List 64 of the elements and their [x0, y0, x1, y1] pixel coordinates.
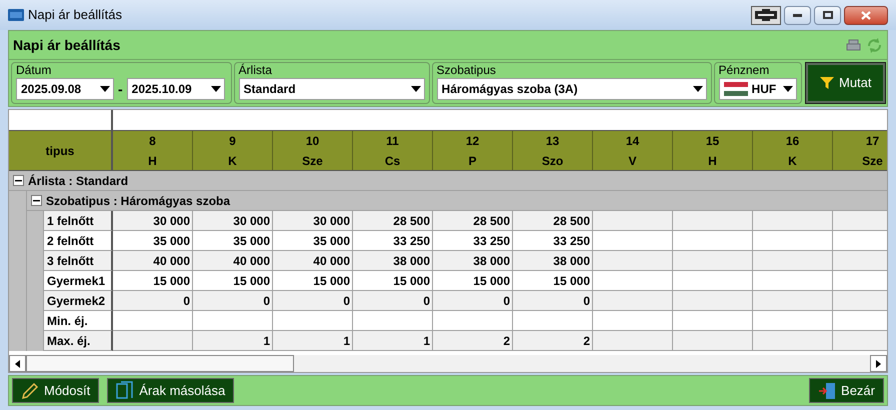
scrollbar-thumb[interactable] — [26, 355, 294, 372]
flag-icon — [724, 82, 748, 96]
minimize-button[interactable] — [784, 6, 811, 24]
exit-door-icon — [818, 382, 836, 400]
column-header: 16 K — [753, 131, 833, 170]
table-cell[interactable] — [753, 331, 833, 351]
column-header: 9 K — [193, 131, 273, 170]
column-header: 11 Cs — [353, 131, 433, 170]
currency-dropdown[interactable]: HUF — [718, 78, 797, 100]
field-label: Dátum — [16, 63, 52, 78]
date-dropdown[interactable]: 2025.10.09 — [126, 78, 225, 100]
dropdown-caret-icon — [782, 86, 793, 92]
dropdown-caret-icon — [210, 86, 221, 92]
maximize-button[interactable] — [814, 6, 841, 24]
left-arrow-icon — [15, 360, 20, 368]
panel-title: Napi ár beállítás — [13, 36, 120, 55]
column-header: 13 Szo — [513, 131, 593, 170]
documents-icon — [116, 380, 134, 400]
date-dropdown[interactable]: 2025.09.08 — [16, 78, 114, 100]
filter-icon — [819, 75, 835, 91]
edit-button[interactable]: Módosít — [12, 378, 100, 403]
group-row[interactable]: Árlista : Standard — [9, 171, 887, 191]
dropdown-caret-icon — [692, 86, 703, 92]
scroll-right-button[interactable] — [870, 355, 887, 372]
refresh-icon[interactable] — [866, 36, 883, 54]
dropdown-caret-icon — [100, 86, 110, 92]
close-icon — [861, 10, 871, 20]
price-list-dropdown[interactable]: Standard — [238, 78, 425, 100]
pencil-icon — [21, 382, 39, 400]
table-cell[interactable] — [673, 331, 753, 351]
column-header: 17 Sze — [833, 131, 887, 170]
app-icon — [8, 8, 24, 22]
column-header: 12 P — [433, 131, 513, 170]
field-label: Szobatipus — [436, 63, 496, 78]
close-button[interactable]: Bezár — [809, 378, 884, 403]
column-header: 14 V — [593, 131, 673, 170]
show-button[interactable]: Mutat — [806, 63, 885, 103]
date-separator: - — [118, 80, 123, 98]
column-header: 15 H — [673, 131, 753, 170]
field-label: Árlista — [238, 63, 272, 78]
room-type-dropdown[interactable]: Háromágyas szoba (3A) — [436, 78, 707, 100]
scroll-left-button[interactable] — [9, 355, 26, 372]
table-cell[interactable]: 2 — [433, 331, 513, 351]
dropdown-caret-icon — [410, 86, 421, 92]
right-arrow-icon — [876, 360, 881, 368]
table-cell[interactable]: 1 — [353, 331, 433, 351]
field-label: Pénznem — [718, 63, 770, 78]
table-cell[interactable]: 2 — [513, 331, 593, 351]
column-header: 8 H — [113, 131, 193, 170]
keyboard-icon[interactable] — [751, 6, 781, 24]
close-button[interactable] — [844, 6, 888, 24]
table-cell[interactable]: 1 — [193, 331, 273, 351]
maximize-icon — [822, 11, 832, 19]
printer-icon[interactable] — [845, 38, 862, 52]
collapse-icon[interactable] — [31, 195, 42, 206]
minimize-icon — [793, 13, 802, 17]
copy-prices-button[interactable]: Árak másolása — [107, 378, 234, 403]
table-cell[interactable]: 1 — [273, 331, 353, 351]
collapse-icon[interactable] — [13, 175, 24, 186]
window-title: Napi ár beállítás — [28, 6, 122, 24]
table-cell[interactable] — [113, 331, 193, 351]
table-cell[interactable] — [593, 331, 673, 351]
row-label: Max. éj. — [43, 331, 113, 351]
column-header: 10 Sze — [273, 131, 353, 170]
